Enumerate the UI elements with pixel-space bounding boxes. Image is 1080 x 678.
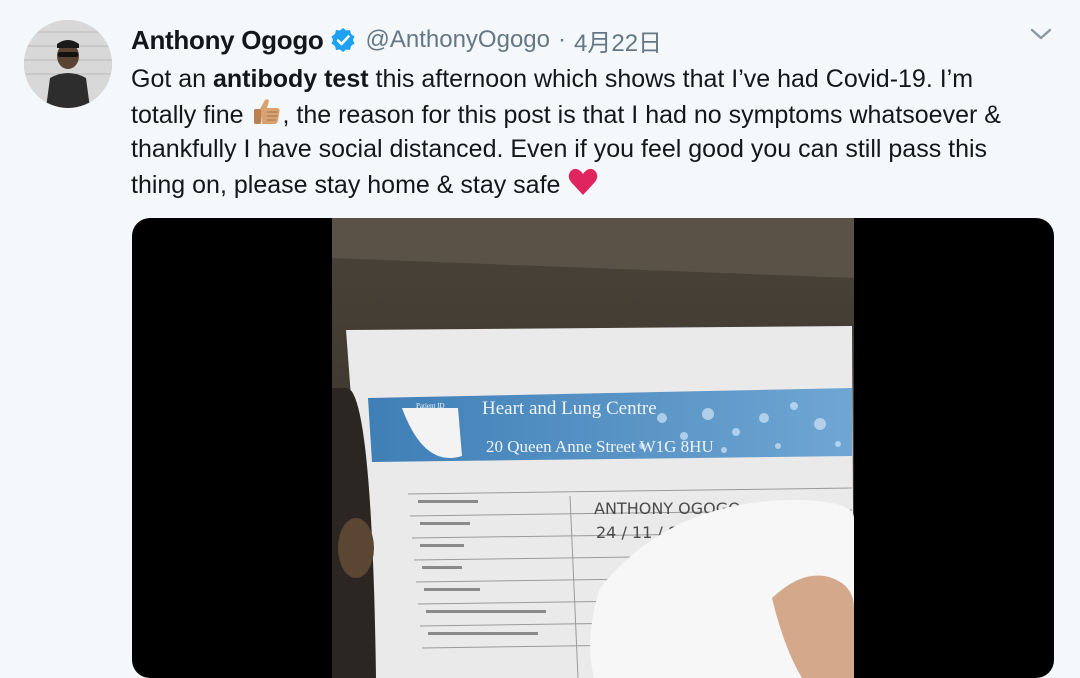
clinic-address: 20 Queen Anne Street W1G 8HU — [486, 437, 714, 456]
tweet-text-segment: this afternoon which shows that I’ve had… — [368, 65, 974, 93]
tweet-text-segment: thing on, please stay home & stay safe — [131, 171, 568, 199]
author-handle[interactable]: @AnthonyOgogo — [366, 26, 551, 54]
form-tag: Patient ID — [416, 402, 445, 410]
tweet-text-segment: , the reason for this post is that I had… — [282, 101, 1001, 129]
tweet-line-4: thing on, please stay home & stay safe — [131, 167, 1061, 202]
tweet-text-segment: totally fine — [131, 101, 251, 129]
tweet-text-segment: Got an — [131, 65, 213, 93]
verified-badge-icon — [330, 27, 356, 53]
tweet-date[interactable]: 4月22日 — [574, 23, 662, 58]
tweet-line-3: thankfully I have social distanced. Even… — [131, 135, 988, 163]
tweet-line-2: totally fine , the reason for this post … — [131, 97, 1061, 132]
tweet-bold-phrase: antibody test — [213, 65, 369, 93]
tweet-line-1: Got an antibody test this afternoon whic… — [131, 62, 1061, 97]
media-video[interactable]: Patient ID Heart and Lung Centre 20 Quee… — [132, 218, 1054, 678]
thumbs-up-emoji-icon — [251, 97, 283, 137]
red-heart-emoji-icon — [567, 167, 599, 207]
chevron-down-icon[interactable] — [1028, 24, 1054, 44]
tweet: Anthony Ogogo @AnthonyOgogo · 4月22日 Got … — [0, 0, 1080, 678]
clinic-name: Heart and Lung Centre — [482, 398, 657, 419]
separator-dot: · — [558, 26, 566, 53]
tweet-text: Got an antibody test this afternoon whic… — [131, 62, 1061, 202]
author-name[interactable]: Anthony Ogogo — [131, 25, 324, 56]
avatar[interactable] — [24, 20, 112, 108]
tweet-header: Anthony Ogogo @AnthonyOgogo · 4月22日 — [131, 22, 662, 58]
video-frame[interactable]: Patient ID Heart and Lung Centre 20 Quee… — [332, 218, 854, 678]
